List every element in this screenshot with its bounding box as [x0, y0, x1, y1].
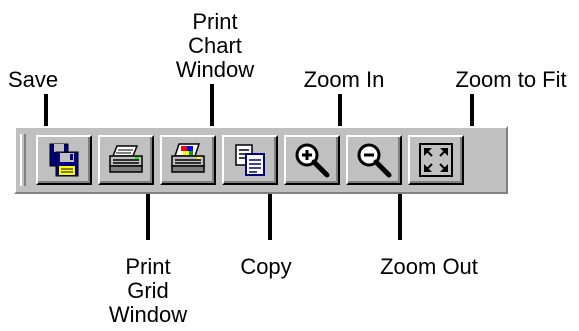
zoom-in-button[interactable]: [284, 135, 340, 185]
print-grid-window-label: Print Grid Window: [108, 254, 188, 327]
color-printer-icon: [171, 143, 205, 173]
zoom-out-button[interactable]: [346, 135, 402, 185]
copy-icon: [235, 144, 265, 176]
copy-button[interactable]: [222, 135, 278, 185]
printer-icon: [109, 145, 143, 173]
save-label: Save: [8, 67, 59, 92]
print-chart-window-button[interactable]: [160, 135, 216, 185]
zoom-in-icon: [295, 143, 330, 178]
copy-label: Copy: [240, 254, 292, 279]
toolbar: [14, 126, 508, 194]
print-grid-window-button[interactable]: [98, 135, 154, 185]
zoom-to-fit-label: Zoom to Fit: [455, 67, 567, 92]
zoom-to-fit-button[interactable]: [408, 135, 464, 185]
save-button[interactable]: [36, 135, 92, 185]
zoom-out-label: Zoom Out: [380, 254, 478, 279]
print-chart-window-label: Print Chart Window: [175, 9, 255, 82]
zoom-in-label: Zoom In: [303, 67, 385, 92]
zoom-out-icon: [357, 143, 392, 178]
zoom-to-fit-icon: [419, 143, 453, 177]
toolbar-grip[interactable]: [20, 134, 26, 186]
save-icon: [49, 143, 79, 177]
